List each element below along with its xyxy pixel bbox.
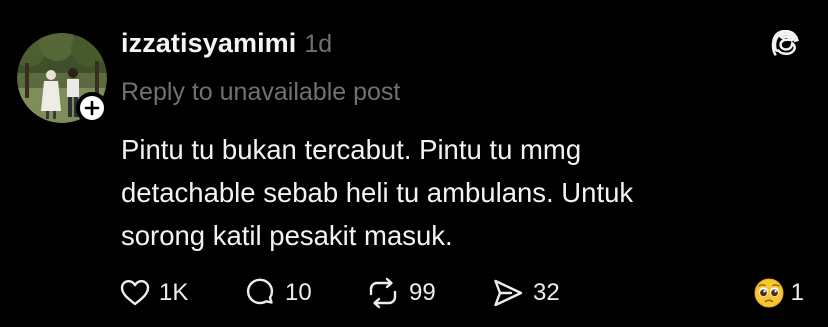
repost-count: 99: [409, 279, 436, 306]
post-body: Pintu tu bukan tercabut. Pintu tu mmg de…: [121, 128, 781, 257]
speech-bubble-icon: [246, 278, 274, 305]
like-count: 1K: [159, 279, 189, 306]
username-link[interactable]: izzatisyamimi: [121, 28, 296, 59]
plus-icon: [84, 100, 100, 116]
post-body-line: detachable sebab heli tu ambulans. Untuk: [121, 177, 634, 208]
share-button[interactable]: 32: [491, 276, 560, 310]
reply-context[interactable]: Reply to unavailable post: [121, 78, 400, 107]
share-count: 32: [533, 279, 560, 306]
reaction-count: 1: [790, 279, 804, 306]
follow-button[interactable]: [76, 92, 108, 124]
send-arrow-icon: [494, 279, 523, 307]
post-header: izzatisyamimi 1d: [121, 28, 332, 59]
post-body-line: sorong katil pesakit masuk.: [121, 220, 453, 251]
reaction-summary[interactable]: 1: [753, 276, 804, 310]
heart-icon: [120, 280, 150, 306]
post-body-line: Pintu tu bukan tercabut. Pintu tu mmg: [121, 134, 582, 165]
avatar-container[interactable]: [17, 33, 108, 124]
reply-button[interactable]: 10: [243, 276, 312, 310]
reply-count: 10: [285, 279, 312, 306]
threads-post: izzatisyamimi 1d Reply to unavailable po…: [0, 0, 828, 327]
repost-button[interactable]: 99: [365, 276, 436, 310]
like-button[interactable]: 1K: [119, 276, 188, 310]
threads-logo-icon[interactable]: [770, 30, 804, 64]
repost-arrows-icon: [369, 277, 397, 309]
post-timestamp: 1d: [304, 30, 333, 58]
pleading-face-emoji-icon: [754, 278, 784, 308]
